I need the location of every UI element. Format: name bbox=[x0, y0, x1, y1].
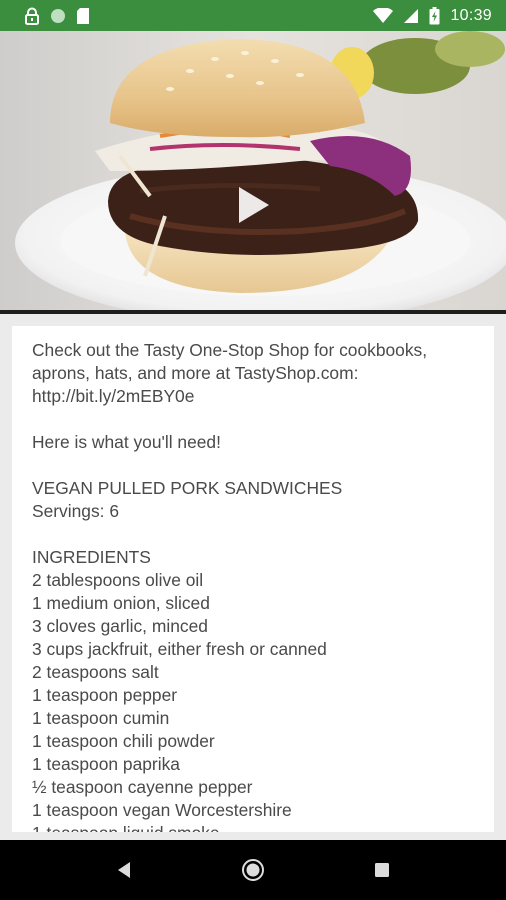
sandwich-thumbnail bbox=[0, 31, 506, 312]
description-text: Check out the Tasty One-Stop Shop for co… bbox=[32, 340, 428, 832]
play-icon bbox=[239, 187, 269, 223]
status-left-icons bbox=[24, 7, 90, 25]
battery-charging-icon bbox=[429, 6, 440, 25]
play-button[interactable] bbox=[233, 183, 273, 227]
cell-signal-icon bbox=[403, 8, 419, 24]
home-button[interactable] bbox=[233, 850, 273, 890]
back-icon bbox=[118, 862, 131, 878]
recents-icon bbox=[374, 863, 389, 877]
sd-card-icon bbox=[76, 7, 90, 25]
navigation-bar bbox=[0, 840, 506, 900]
lock-icon bbox=[24, 7, 40, 25]
wifi-icon bbox=[373, 7, 394, 24]
home-icon bbox=[241, 859, 264, 881]
recents-button[interactable] bbox=[362, 850, 402, 890]
video-player[interactable] bbox=[0, 31, 506, 312]
description-card[interactable]: Check out the Tasty One-Stop Shop for co… bbox=[12, 326, 494, 832]
video-divider bbox=[0, 310, 506, 314]
status-bar: 10:39 bbox=[0, 0, 506, 31]
circle-icon bbox=[50, 8, 66, 24]
status-right-icons: 10:39 bbox=[373, 6, 492, 25]
back-button[interactable] bbox=[104, 850, 144, 890]
status-time: 10:39 bbox=[450, 6, 492, 24]
